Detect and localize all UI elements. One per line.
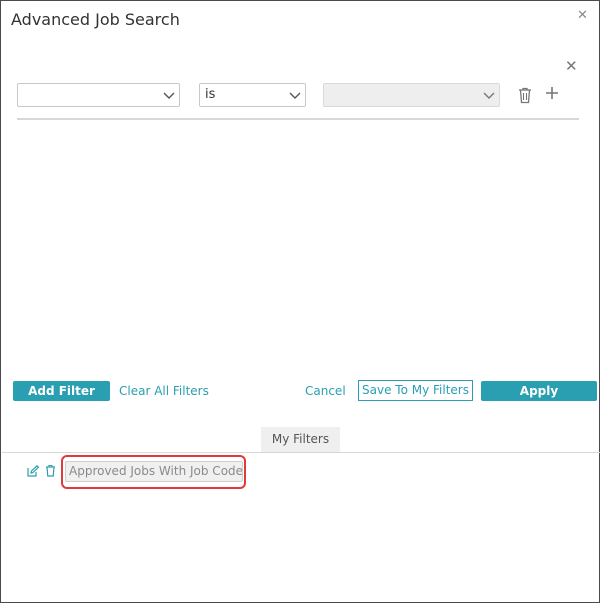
advanced-job-search-dialog: Advanced Job Search ✕ ✕ is Add Filter Gr… xyxy=(0,0,600,603)
add-filter-group-button[interactable]: Add Filter Group xyxy=(13,381,110,418)
dialog-title: Advanced Job Search xyxy=(11,10,180,29)
filter-operator-value: is xyxy=(205,87,216,102)
clear-all-filters-link[interactable]: Clear All Filters xyxy=(119,384,209,398)
cancel-link[interactable]: Cancel xyxy=(305,384,346,398)
trash-icon[interactable] xyxy=(45,464,56,477)
filter-group-close-icon[interactable]: ✕ xyxy=(565,59,578,74)
tab-my-filters[interactable]: My Filters xyxy=(261,427,340,452)
edit-icon[interactable] xyxy=(27,465,39,477)
add-filter-row-plus-icon[interactable] xyxy=(544,85,560,101)
dialog-close-icon[interactable]: ✕ xyxy=(577,9,588,23)
save-to-my-filters-button[interactable]: Save To My Filters xyxy=(358,380,473,401)
chevron-down-icon xyxy=(483,92,495,99)
chevron-down-icon xyxy=(289,92,301,99)
filter-value-select[interactable] xyxy=(323,83,500,107)
filter-operator-select[interactable]: is xyxy=(199,83,306,107)
chevron-down-icon xyxy=(163,92,175,99)
saved-filter-item[interactable]: Approved Jobs With Job Code 20 xyxy=(65,461,243,482)
filter-field-select[interactable] xyxy=(17,83,180,107)
delete-filter-row-trash-icon[interactable] xyxy=(517,86,533,104)
tab-divider xyxy=(2,452,600,453)
apply-button[interactable]: Apply xyxy=(481,381,597,401)
filter-group-divider xyxy=(17,118,579,120)
